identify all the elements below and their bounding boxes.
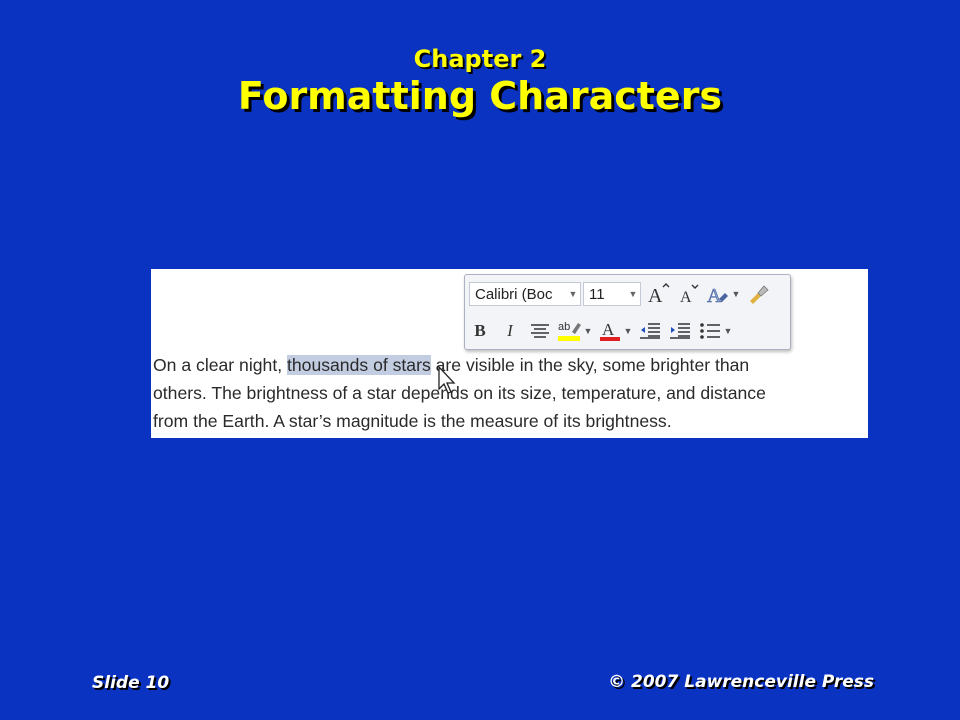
font-size-value: 11 [589,285,605,303]
chapter-label: Chapter 2 [413,45,547,73]
mini-toolbar: Calibri (Boc ▼ 11 ▼ A A A ▼ B I ab ▼ A ▼… [464,274,791,350]
chevron-down-icon[interactable]: ▼ [731,289,741,299]
slide-title-area: Chapter 2 Formatting Characters [0,44,960,118]
document-line-1: On a clear night, thousands of stars are… [153,351,868,379]
document-line-3: from the Earth. A star’s magnitude is th… [153,411,672,431]
slide-number: Slide 10 [92,673,170,693]
center-align-icon[interactable] [527,319,553,343]
highlight-icon[interactable]: ab [557,319,583,343]
italic-icon[interactable]: I [497,319,523,343]
chevron-down-icon[interactable]: ▼ [566,289,580,299]
svg-text:A: A [602,320,615,339]
document-line-2: others. The brightness of a star depends… [153,383,766,403]
font-size-combo[interactable]: 11 ▼ [583,282,641,306]
svg-text:A: A [680,289,692,305]
svg-text:A: A [648,285,663,305]
slide-title: Formatting Characters [237,74,723,118]
increase-indent-icon[interactable] [667,319,693,343]
text-run: are visible in the sky, some brighter th… [430,355,750,375]
format-painter-icon[interactable] [745,282,771,306]
text-run: On a clear night, [153,355,287,375]
mini-toolbar-row-1: Calibri (Boc ▼ 11 ▼ A A A ▼ [465,279,771,309]
grow-font-icon[interactable]: A [645,282,671,306]
chevron-down-icon[interactable]: ▼ [626,289,640,299]
font-name-value: Calibri (Boc [475,285,553,303]
styles-icon[interactable]: A [705,282,731,306]
document-paragraph[interactable]: On a clear night, thousands of stars are… [153,351,868,435]
chevron-down-icon[interactable]: ▼ [623,326,633,336]
decrease-indent-icon[interactable] [637,319,663,343]
mouse-pointer-icon [438,365,456,394]
word-screenshot: Calibri (Boc ▼ 11 ▼ A A A ▼ B I ab ▼ A ▼… [151,269,868,438]
svg-text:ab: ab [558,321,570,333]
svg-text:A: A [707,285,722,305]
bold-icon[interactable]: B [467,319,493,343]
mini-toolbar-row-2: B I ab ▼ A ▼ ▼ [465,316,733,346]
font-color-icon[interactable]: A [597,319,623,343]
chevron-down-icon[interactable]: ▼ [723,326,733,336]
font-name-combo[interactable]: Calibri (Boc ▼ [469,282,581,306]
shrink-font-icon[interactable]: A [675,282,701,306]
bullets-icon[interactable] [697,319,723,343]
selected-text[interactable]: thousands of stars [286,355,431,375]
copyright-notice: © 2007 Lawrenceville Press [608,672,874,692]
chevron-down-icon[interactable]: ▼ [583,326,593,336]
